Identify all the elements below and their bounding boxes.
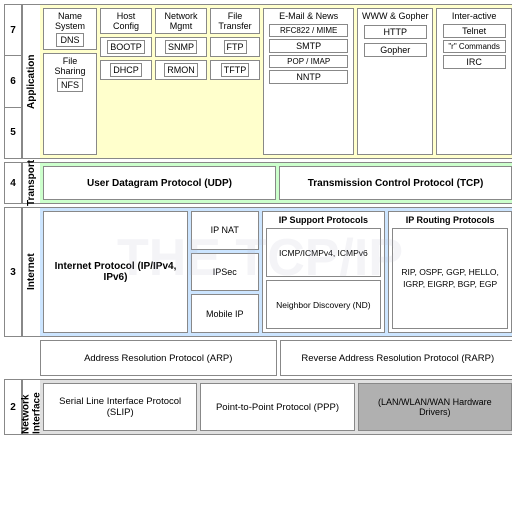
app-col3: Network Mgmt SNMP RMON xyxy=(155,8,207,155)
cell-ipsec: IPSec xyxy=(191,253,259,292)
cell-title: File Sharing xyxy=(46,56,94,76)
app-col2: Host Config BOOTP DHCP xyxy=(100,8,152,155)
layer-num-3: 3 xyxy=(4,207,22,337)
cell-snmp: SNMP xyxy=(155,37,207,57)
cell-dns: DNS xyxy=(56,33,83,47)
application-label: Application xyxy=(22,4,40,159)
cell-nfs: NFS xyxy=(57,78,83,92)
cell-proto-bootp: BOOTP xyxy=(107,40,145,54)
cell-email-news: E-Mail & News RFC822 / MIME SMTP POP / I… xyxy=(263,8,354,155)
cell-bootp: BOOTP xyxy=(100,37,152,57)
internet-content: Internet Protocol (IP/IPv4, IPv6) IP NAT… xyxy=(40,207,512,337)
layer-numbers-app: 7 6 5 xyxy=(4,4,22,159)
cell-rarp: Reverse Address Resolution Protocol (RAR… xyxy=(280,340,512,376)
cell-telnet: Telnet xyxy=(443,24,506,38)
cell-gopher: Gopher xyxy=(364,43,427,57)
cell-icmp: ICMP/ICMPv4, ICMPv6 xyxy=(266,228,382,277)
network-interface-layer: 2 Network Interface Serial Line Interfac… xyxy=(4,379,512,435)
cell-lan-drivers: (LAN/WLAN/WAN Hardware Drivers) xyxy=(358,383,512,431)
app-col1: Name System DNS File Sharing NFS xyxy=(43,8,97,155)
cell-nd: Neighbor Discovery (ND) xyxy=(266,280,382,329)
cell-net-mgmt: Network Mgmt xyxy=(155,8,207,34)
cell-http: HTTP xyxy=(364,25,427,39)
layer-num-6: 6 xyxy=(5,56,21,107)
cell-arp: Address Resolution Protocol (ARP) xyxy=(40,340,277,376)
cell-slip: Serial Line Interface Protocol (SLIP) xyxy=(43,383,197,431)
cell-interactive: Inter-active Telnet "r" Commands IRC xyxy=(436,8,512,155)
transport-content: User Datagram Protocol (UDP) Transmissio… xyxy=(40,162,512,204)
cell-proto-ftp: FTP xyxy=(224,40,247,54)
arp-row: Address Resolution Protocol (ARP) Revers… xyxy=(40,340,512,376)
cell-mobile-ip: Mobile IP xyxy=(191,294,259,333)
cell-irc: IRC xyxy=(443,55,506,69)
cell-tftp: TFTP xyxy=(210,60,260,80)
cell-title: Network Mgmt xyxy=(158,11,204,31)
internet-layer: 3 Internet Internet Protocol (IP/IPv4, I… xyxy=(4,207,512,337)
ip-routing-title: IP Routing Protocols xyxy=(392,215,508,225)
cell-file-transfer: File Transfer xyxy=(210,8,260,34)
cell-ip: Internet Protocol (IP/IPv4, IPv6) xyxy=(43,211,188,333)
cell-proto-dhcp: DHCP xyxy=(110,63,142,77)
network-interface-label: Network Interface xyxy=(22,379,40,435)
app-col4: File Transfer FTP TFTP xyxy=(210,8,260,155)
layer-num-5: 5 xyxy=(5,108,21,158)
cell-ppp: Point-to-Point Protocol (PPP) xyxy=(200,383,354,431)
cell-title: E-Mail & News xyxy=(279,11,338,21)
tcpip-diagram: 7 6 5 Application Name System DNS File S… xyxy=(0,0,512,508)
layer-num-7: 7 xyxy=(5,5,21,56)
cell-title: Inter-active xyxy=(452,11,497,21)
cell-ftp: FTP xyxy=(210,37,260,57)
cell-dhcp: DHCP xyxy=(100,60,152,80)
cell-r-commands: "r" Commands xyxy=(443,40,506,53)
cell-proto-snmp: SNMP xyxy=(165,40,197,54)
cell-ip-support: IP Support Protocols ICMP/ICMPv4, ICMPv6… xyxy=(262,211,386,333)
cell-proto-rmon: RMON xyxy=(164,63,198,77)
cell-title: Host Config xyxy=(103,11,149,31)
transport-label: Transport xyxy=(22,162,40,204)
cell-rmon: RMON xyxy=(155,60,207,80)
cell-www-gopher: WWW & Gopher HTTP Gopher xyxy=(357,8,433,155)
app-content: Name System DNS File Sharing NFS Host Co… xyxy=(40,4,512,159)
cell-udp: User Datagram Protocol (UDP) xyxy=(43,166,276,200)
cell-pop-imap: POP / IMAP xyxy=(269,55,348,68)
cell-rfc822: RFC822 / MIME xyxy=(269,24,348,37)
cell-ip-nat: IP NAT xyxy=(191,211,259,250)
layer-num-4: 4 xyxy=(4,162,22,204)
cell-smtp: SMTP xyxy=(269,39,348,53)
cell-title: Name System xyxy=(46,11,94,31)
cell-nntp: NNTP xyxy=(269,70,348,84)
ip-extras-col: IP NAT IPSec Mobile IP xyxy=(191,211,259,333)
transport-layer: 4 Transport User Datagram Protocol (UDP)… xyxy=(4,162,512,204)
ip-support-title: IP Support Protocols xyxy=(266,215,382,225)
cell-ip-routing: IP Routing Protocols RIP, OSPF, GGP, HEL… xyxy=(388,211,512,333)
cell-routing-protos: RIP, OSPF, GGP, HELLO, IGRP, EIGRP, BGP,… xyxy=(392,228,508,329)
cell-tcp: Transmission Control Protocol (TCP) xyxy=(279,166,512,200)
application-block: 7 6 5 Application Name System DNS File S… xyxy=(4,4,512,159)
internet-label: Internet xyxy=(22,207,40,337)
cell-host-config: Host Config xyxy=(100,8,152,34)
cell-file-sharing: File Sharing NFS xyxy=(43,53,97,155)
cell-title: WWW & Gopher xyxy=(362,11,429,21)
layer-num-2: 2 xyxy=(4,379,22,435)
cell-name-system: Name System DNS xyxy=(43,8,97,50)
cell-proto-tftp: TFTP xyxy=(221,63,250,77)
netif-content: Serial Line Interface Protocol (SLIP) Po… xyxy=(40,379,512,435)
cell-title: File Transfer xyxy=(213,11,257,31)
